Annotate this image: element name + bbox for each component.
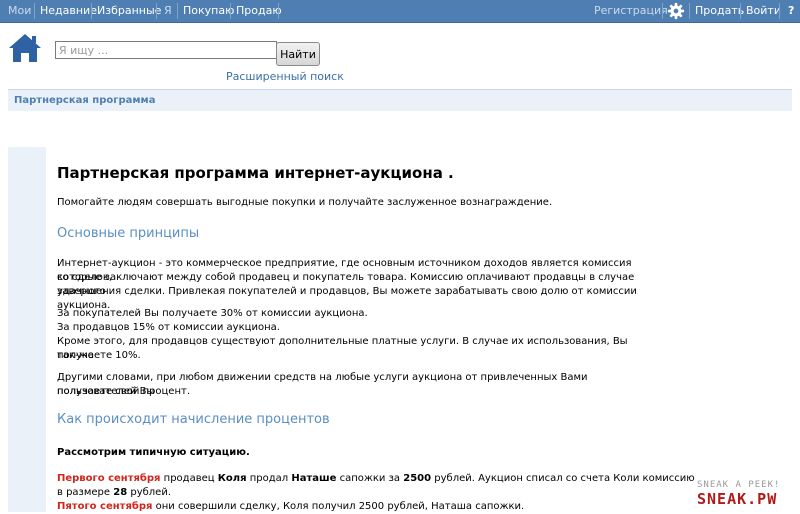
example-line-2: в размере 28 рублей.	[57, 486, 171, 500]
advanced-search-link[interactable]: Расширенный поиск	[226, 70, 344, 83]
commission-line-2: За продавцов 15% от комиссии аукциона.	[57, 322, 280, 333]
nav-favorites[interactable]: Избранные	[93, 0, 165, 22]
breadcrumb-current: Партнерская программа	[14, 95, 156, 106]
search-button[interactable]: Найти	[276, 42, 320, 66]
example-text: рублей. Аукцион списал со счета Коли ком…	[431, 473, 695, 484]
watermark-logo: SNEAK.PW	[697, 490, 778, 508]
commission-line-3: Кроме этого, для продавцов существуют до…	[57, 336, 628, 361]
nav-moi[interactable]: Мои	[4, 0, 35, 22]
typical-situation: Рассмотрим типичную ситуацию.	[57, 447, 250, 458]
example-text: сапожки за	[336, 473, 404, 484]
example-text: рублей.	[127, 487, 172, 498]
example-date-2: Пятого сентября	[57, 501, 153, 512]
example-text: в размере	[57, 487, 114, 498]
example-text: они совершили сделку, Коля получил 2500 …	[152, 501, 525, 512]
example-text: продавец	[160, 473, 218, 484]
example-date-1: Первого сентября	[57, 473, 161, 484]
watermark-tagline: SNEAK A PEEK!	[697, 480, 781, 490]
summary-line-2: получаете свой процент.	[57, 386, 191, 397]
search-input[interactable]	[55, 41, 277, 59]
example-line-1: Первого сентября продавец Коля продал На…	[57, 472, 695, 486]
page-title: Партнерская программа интернет-аукциона …	[57, 164, 454, 182]
nav-help[interactable]: ?	[784, 0, 798, 22]
fee-value: 28	[113, 487, 128, 498]
seller-name: Коля	[217, 473, 247, 484]
nav-register[interactable]: Регистрация	[590, 0, 672, 22]
home-icon[interactable]	[8, 33, 42, 63]
top-nav-bar: Мои Недавние Избранные Я Покупаю Продаю …	[0, 0, 800, 23]
breadcrumb: Партнерская программа	[8, 89, 792, 111]
content-side-strip	[8, 147, 46, 512]
intro-text: Помогайте людям совершать выгодные покуп…	[57, 197, 553, 208]
gear-icon[interactable]	[667, 2, 685, 20]
buyer-name: Наташе	[291, 473, 337, 484]
example-text: продал	[246, 473, 292, 484]
heading-how: Как происходит начисление процентов	[57, 412, 330, 427]
heading-principles: Основные принципы	[57, 226, 200, 241]
commission-line-4: получаете 10%.	[57, 350, 141, 361]
nav-me[interactable]: Я	[160, 0, 176, 22]
commission-line-1: За покупателей Вы получаете 30% от комис…	[57, 308, 368, 319]
price-value: 2500	[403, 473, 432, 484]
